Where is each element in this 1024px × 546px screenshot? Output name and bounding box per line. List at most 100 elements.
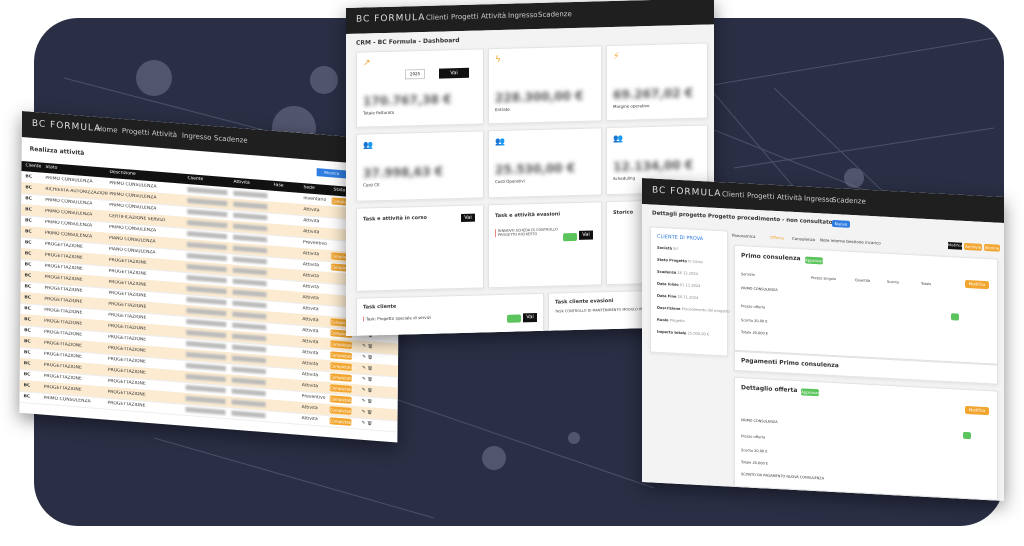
archive-button[interactable]: Archivia bbox=[964, 242, 982, 251]
trend-icon: ↗ bbox=[363, 58, 371, 69]
blurred-cell bbox=[233, 234, 268, 243]
nav-attivita[interactable]: Attività bbox=[152, 129, 177, 139]
brand-logo: BC FORMULA bbox=[31, 118, 102, 135]
blurred-cell bbox=[231, 388, 266, 397]
lightning-icon: ⚡ bbox=[613, 51, 620, 63]
row-code: BC bbox=[23, 383, 31, 389]
task-evasion-card: Task e attività evasioni RINNOVO SCHEDA … bbox=[488, 201, 602, 289]
row-desc: PROGETTAZIONE bbox=[107, 400, 146, 409]
row-actions-icon[interactable]: ✎ 🗑 bbox=[362, 377, 373, 383]
blurred-cell bbox=[186, 296, 227, 306]
client-name[interactable]: CLIENTE DI PROVA bbox=[657, 234, 703, 242]
row-actions-icon[interactable]: ✎ 🗑 bbox=[362, 355, 373, 361]
nav-scadenze[interactable]: Scadenze bbox=[214, 134, 248, 145]
row-actions-icon[interactable]: ✎ 🗑 bbox=[362, 366, 373, 372]
blurred-cell bbox=[233, 212, 268, 221]
row-status: Completato bbox=[329, 406, 353, 415]
blurred-cell bbox=[232, 267, 267, 276]
row-actions-icon[interactable]: ✎ 🗑 bbox=[362, 399, 373, 405]
info-key: Data Inizio bbox=[657, 281, 679, 287]
stat-label: Costi CE bbox=[363, 182, 380, 188]
row-code: BC bbox=[24, 262, 32, 268]
nav-progetti[interactable]: Progetti bbox=[747, 192, 774, 201]
blurred-cell bbox=[231, 410, 266, 419]
edit-button[interactable]: Modifica bbox=[948, 242, 963, 250]
info-value: 20.11.2024 bbox=[677, 294, 699, 300]
row-actions-icon[interactable]: ✎ 🗑 bbox=[361, 421, 372, 427]
row-fase: Preventivo bbox=[303, 240, 327, 247]
nav-scadenze[interactable]: Scadenze bbox=[538, 10, 572, 19]
blurred-cell bbox=[232, 333, 267, 342]
row-fase: Attività bbox=[301, 405, 318, 412]
info-value: Progetto bbox=[669, 318, 685, 324]
nav-ingresso[interactable]: Ingresso bbox=[508, 11, 538, 20]
client-info-item: Importo totale 25.000,00 € bbox=[657, 330, 709, 337]
filter-button[interactable]: Vai bbox=[439, 67, 469, 79]
info-key: Data Fine bbox=[657, 293, 677, 299]
row-fase: Attività bbox=[302, 328, 319, 335]
task-item[interactable]: Task: Progetto speciale di servizi bbox=[363, 314, 431, 322]
blurred-cell bbox=[187, 209, 228, 218]
tab-offerta[interactable]: Offerta bbox=[770, 235, 784, 241]
nav-clienti[interactable]: Clienti bbox=[426, 13, 448, 22]
stat-value: 228.300,00 € bbox=[495, 88, 584, 106]
col-header: Attività bbox=[233, 179, 250, 186]
nav-ingresso[interactable]: Ingresso bbox=[804, 194, 834, 204]
edit-offer-button[interactable]: Modifica bbox=[965, 405, 989, 416]
blurred-cell bbox=[187, 198, 228, 207]
client-task-go-button[interactable]: Vai bbox=[523, 312, 537, 323]
offer-detail-section: Dettaglio offerta Approvato Modifica PRI… bbox=[734, 376, 998, 501]
nav-attivita[interactable]: Attività bbox=[777, 193, 802, 202]
nav-home[interactable]: Home bbox=[97, 125, 118, 135]
card-title: Task cliente bbox=[363, 303, 397, 311]
info-value: Procedimento del progetto bbox=[681, 307, 730, 314]
row-code: BC bbox=[24, 273, 32, 279]
stat-card-costi-op: 👥 25.530,00 € Costi Operativi bbox=[488, 127, 602, 199]
row-fase: Attività bbox=[301, 383, 319, 390]
row-status: Completato bbox=[329, 395, 354, 404]
client-info-item: Data Inizio 01.11.2024 bbox=[657, 282, 700, 288]
blurred-cell bbox=[232, 322, 267, 331]
line-item: PRIMO CONSULENZA bbox=[741, 286, 778, 293]
row-code: BC bbox=[24, 251, 32, 257]
nav-progetti[interactable]: Progetti bbox=[122, 127, 149, 137]
year-select[interactable]: 2025 bbox=[405, 68, 425, 80]
stat-value: 37.998,63 € bbox=[363, 164, 444, 181]
col-header: Quantità bbox=[855, 278, 871, 283]
row-code: BC bbox=[23, 350, 31, 356]
page-title: Realizza attività bbox=[29, 145, 85, 157]
row-actions-icon[interactable]: ✎ 🗑 bbox=[362, 410, 373, 416]
nav-scadenze[interactable]: Scadenze bbox=[832, 196, 866, 206]
save-icon[interactable] bbox=[951, 313, 959, 321]
nav-clienti[interactable]: Clienti bbox=[722, 190, 744, 199]
blurred-cell bbox=[186, 340, 227, 350]
task-go-button[interactable]: Vai bbox=[461, 213, 475, 222]
info-value: 26.12.2024 bbox=[677, 270, 698, 276]
col-header: Servizio bbox=[741, 272, 755, 277]
blurred-cell bbox=[233, 190, 268, 199]
info-key: Ruolo bbox=[657, 317, 669, 323]
section-title: Pagamenti Primo consulenza bbox=[741, 357, 839, 370]
row-fase: Attività bbox=[302, 317, 319, 324]
nav-ingresso[interactable]: Ingresso bbox=[182, 132, 212, 142]
row-fase: Attività bbox=[303, 229, 320, 236]
nav-progetti[interactable]: Progetti bbox=[451, 13, 478, 22]
row-code: BC bbox=[23, 339, 31, 345]
task-item[interactable]: RINNOVO SCHEDA DI CONTROLLO PROGETTO RIC… bbox=[495, 227, 558, 238]
client-info-item: Stato Progetto In Corso bbox=[657, 258, 703, 264]
row-actions-icon[interactable]: ✎ 🗑 bbox=[362, 344, 373, 350]
client-info-item: Società Srl bbox=[657, 246, 678, 251]
nav-attivita[interactable]: Attività bbox=[481, 12, 506, 21]
task2-go-button[interactable]: Vai bbox=[579, 230, 593, 240]
edit-section-button[interactable]: Modifica bbox=[965, 279, 989, 290]
search-button[interactable]: Ricerca bbox=[316, 168, 347, 179]
stat-card-costi-ce: 👥 37.998,63 € Costi CE bbox=[356, 130, 484, 202]
line-item: Prezzo offerta bbox=[741, 304, 766, 310]
row-actions-icon[interactable]: ✎ 🗑 bbox=[362, 388, 373, 394]
blurred-cell bbox=[232, 311, 267, 320]
save-icon[interactable] bbox=[963, 431, 971, 440]
stat-value: 69.267,02 € bbox=[613, 85, 694, 103]
delete-button[interactable]: Elimina bbox=[984, 243, 1000, 252]
stat-label: Scheduling bbox=[613, 175, 636, 182]
row-code: BC bbox=[25, 207, 32, 213]
